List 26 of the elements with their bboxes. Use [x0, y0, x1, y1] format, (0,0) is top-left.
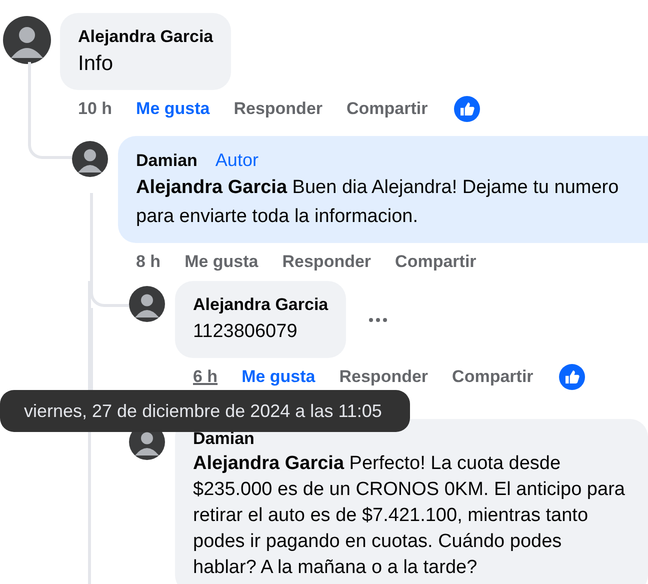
- share-link[interactable]: Compartir: [395, 252, 476, 272]
- thumbs-up-icon[interactable]: [454, 96, 480, 122]
- timestamp-link[interactable]: 8 h: [136, 252, 161, 272]
- reply-link[interactable]: Responder: [339, 367, 428, 387]
- like-link[interactable]: Me gusta: [136, 99, 210, 119]
- date-tooltip: viernes, 27 de diciembre de 2024 a las 11:05: [0, 390, 410, 432]
- avatar[interactable]: [129, 286, 165, 322]
- author-name[interactable]: Alejandra Garcia: [193, 293, 328, 317]
- comment-text: Info: [78, 51, 114, 77]
- author-label: Autor: [215, 149, 258, 172]
- like-link[interactable]: Me gusta: [184, 252, 258, 272]
- share-link[interactable]: Compartir: [452, 367, 534, 387]
- avatar[interactable]: [72, 141, 108, 177]
- timestamp-link[interactable]: 10 h: [78, 99, 112, 119]
- comment-text: 1123806079: [193, 320, 298, 344]
- timestamp-link[interactable]: 6 h: [193, 367, 218, 387]
- author-name[interactable]: Damian: [136, 149, 198, 173]
- thumbs-up-icon[interactable]: [559, 364, 586, 390]
- avatar[interactable]: [3, 16, 51, 64]
- author-name[interactable]: Alejandra Garcia: [78, 25, 214, 49]
- comment-text: Alejandra Garcia Buen dia Alejandra! Dejame tu numero para enviarte toda la informacion.: [136, 176, 620, 229]
- reply-link[interactable]: Responder: [282, 252, 372, 272]
- reply-link[interactable]: Responder: [234, 99, 323, 119]
- share-link[interactable]: Compartir: [346, 99, 428, 119]
- comment-text: Alejandra Garcia Perfecto! La cuota desde $235.000 es de un CRONOS 0KM. El anticipo para retirar el auto es de $7.421.100, mientras tanto podes ir pagando en cuotas. Cuándo podes hablar? A la mañana o a la tarde?: [193, 452, 626, 580]
- like-link[interactable]: Me gusta: [242, 367, 316, 387]
